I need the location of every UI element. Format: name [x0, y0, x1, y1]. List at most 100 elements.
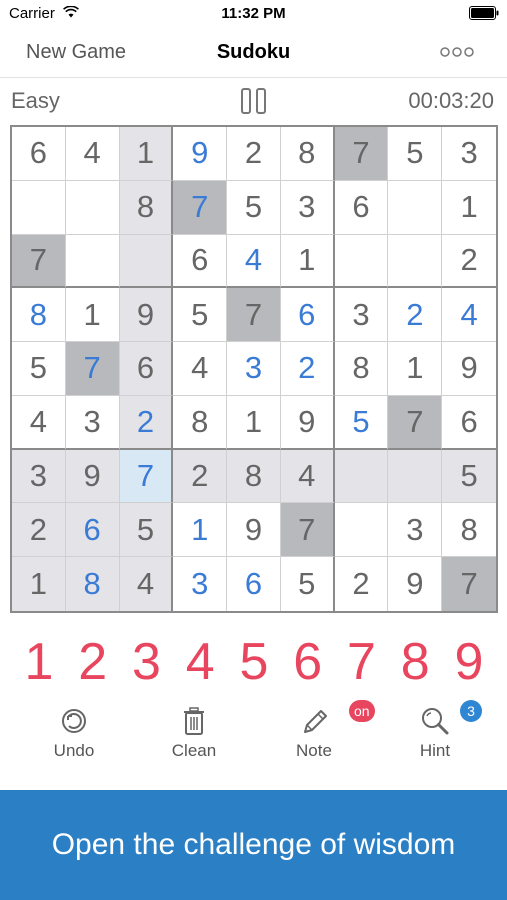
sudoku-cell[interactable]: 8 — [442, 503, 496, 558]
number-key-4[interactable]: 4 — [175, 632, 225, 692]
sudoku-cell[interactable]: 8 — [173, 395, 228, 450]
sudoku-cell[interactable]: 9 — [280, 395, 335, 450]
number-key-9[interactable]: 9 — [444, 632, 494, 692]
number-key-5[interactable]: 5 — [229, 632, 279, 692]
sudoku-cell[interactable]: 3 — [388, 503, 443, 558]
sudoku-cell[interactable]: 4 — [280, 449, 335, 504]
sudoku-cell[interactable] — [65, 180, 120, 235]
sudoku-cell[interactable]: 7 — [280, 503, 335, 558]
sudoku-cell[interactable]: 5 — [334, 395, 389, 450]
sudoku-cell[interactable] — [334, 503, 389, 558]
sudoku-cell[interactable]: 5 — [388, 127, 443, 181]
sudoku-cell[interactable]: 2 — [388, 288, 443, 343]
sudoku-cell[interactable]: 2 — [12, 503, 66, 558]
sudoku-cell[interactable]: 8 — [227, 449, 281, 504]
sudoku-cell[interactable]: 9 — [442, 342, 496, 396]
sudoku-cell[interactable] — [12, 180, 66, 235]
sudoku-cell[interactable]: 4 — [173, 342, 228, 396]
sudoku-cell[interactable]: 6 — [65, 503, 120, 558]
sudoku-cell[interactable]: 5 — [280, 557, 335, 611]
sudoku-cell[interactable]: 6 — [173, 234, 228, 289]
sudoku-cell[interactable]: 6 — [227, 557, 281, 611]
sudoku-cell[interactable]: 8 — [119, 180, 174, 235]
sudoku-cell[interactable]: 5 — [442, 449, 496, 504]
sudoku-cell[interactable]: 1 — [442, 180, 496, 235]
sudoku-cell[interactable]: 3 — [280, 180, 335, 235]
sudoku-cell[interactable]: 7 — [334, 127, 389, 181]
sudoku-cell[interactable]: 1 — [280, 234, 335, 289]
sudoku-cell[interactable] — [388, 234, 443, 289]
sudoku-cell[interactable]: 4 — [12, 395, 66, 450]
sudoku-cell[interactable]: 2 — [227, 127, 281, 181]
sudoku-cell[interactable]: 7 — [119, 449, 174, 504]
sudoku-cell[interactable]: 2 — [334, 557, 389, 611]
sudoku-cell[interactable]: 4 — [442, 288, 496, 343]
note-label: Note — [296, 741, 332, 760]
sudoku-cell[interactable] — [334, 449, 389, 504]
sudoku-cell[interactable]: 3 — [442, 127, 496, 181]
sudoku-cell[interactable] — [334, 234, 389, 289]
undo-button[interactable]: Undo — [34, 700, 114, 770]
sudoku-cell[interactable]: 8 — [12, 288, 66, 343]
sudoku-cell[interactable]: 2 — [173, 449, 228, 504]
sudoku-cell[interactable]: 7 — [12, 234, 66, 289]
sudoku-cell[interactable] — [388, 180, 443, 235]
sudoku-cell[interactable]: 1 — [227, 395, 281, 450]
sudoku-cell[interactable]: 1 — [173, 503, 228, 558]
sudoku-cell[interactable]: 7 — [388, 395, 443, 450]
number-key-3[interactable]: 3 — [122, 632, 172, 692]
hint-count-badge: 3 — [460, 700, 482, 722]
number-key-1[interactable]: 1 — [14, 632, 64, 692]
sudoku-cell[interactable] — [65, 234, 120, 289]
sudoku-cell[interactable]: 1 — [388, 342, 443, 396]
sudoku-cell[interactable]: 7 — [227, 288, 281, 343]
sudoku-cell[interactable]: 9 — [119, 288, 174, 343]
sudoku-cell[interactable]: 4 — [227, 234, 281, 289]
sudoku-cell[interactable]: 9 — [173, 127, 228, 181]
sudoku-cell[interactable]: 8 — [65, 557, 120, 611]
number-key-2[interactable]: 2 — [68, 632, 118, 692]
sudoku-cell[interactable]: 2 — [119, 395, 174, 450]
sudoku-cell[interactable]: 6 — [442, 395, 496, 450]
number-key-8[interactable]: 8 — [390, 632, 440, 692]
sudoku-cell[interactable]: 1 — [12, 557, 66, 611]
more-options-icon[interactable] — [439, 45, 475, 59]
sudoku-cell[interactable]: 7 — [65, 342, 120, 396]
pause-icon[interactable] — [239, 86, 269, 116]
sudoku-cell[interactable]: 8 — [280, 127, 335, 181]
sudoku-cell[interactable]: 9 — [227, 503, 281, 558]
sudoku-cell[interactable]: 3 — [65, 395, 120, 450]
sudoku-cell[interactable]: 9 — [388, 557, 443, 611]
sudoku-cell[interactable]: 6 — [12, 127, 66, 181]
sudoku-cell[interactable]: 2 — [442, 234, 496, 289]
clean-button[interactable]: Clean — [154, 700, 234, 770]
number-key-6[interactable]: 6 — [283, 632, 333, 692]
sudoku-cell[interactable]: 6 — [334, 180, 389, 235]
sudoku-cell[interactable]: 1 — [65, 288, 120, 343]
number-key-7[interactable]: 7 — [337, 632, 387, 692]
promo-banner[interactable]: Open the challenge of wisdom — [0, 790, 507, 900]
sudoku-board: 6419287538753617641281957632457643281943… — [10, 125, 498, 613]
sudoku-cell[interactable]: 3 — [173, 557, 228, 611]
sudoku-cell[interactable]: 9 — [65, 449, 120, 504]
sudoku-cell[interactable]: 5 — [173, 288, 228, 343]
sudoku-cell[interactable]: 5 — [12, 342, 66, 396]
sudoku-cell[interactable]: 1 — [119, 127, 174, 181]
sudoku-cell[interactable]: 8 — [334, 342, 389, 396]
sudoku-cell[interactable]: 5 — [119, 503, 174, 558]
sudoku-cell[interactable] — [119, 234, 174, 289]
sudoku-cell[interactable]: 5 — [227, 180, 281, 235]
sudoku-cell[interactable]: 4 — [119, 557, 174, 611]
sudoku-cell[interactable]: 3 — [12, 449, 66, 504]
sudoku-cell[interactable]: 7 — [173, 180, 228, 235]
sudoku-cell[interactable]: 2 — [280, 342, 335, 396]
sudoku-cell[interactable]: 3 — [227, 342, 281, 396]
note-button[interactable]: Note — [274, 700, 354, 770]
sudoku-cell[interactable]: 6 — [119, 342, 174, 396]
sudoku-cell[interactable] — [388, 449, 443, 504]
magnifier-icon — [422, 708, 449, 735]
sudoku-cell[interactable]: 4 — [65, 127, 120, 181]
sudoku-cell[interactable]: 3 — [334, 288, 389, 343]
sudoku-cell[interactable]: 6 — [280, 288, 335, 343]
sudoku-cell[interactable]: 7 — [442, 557, 496, 611]
